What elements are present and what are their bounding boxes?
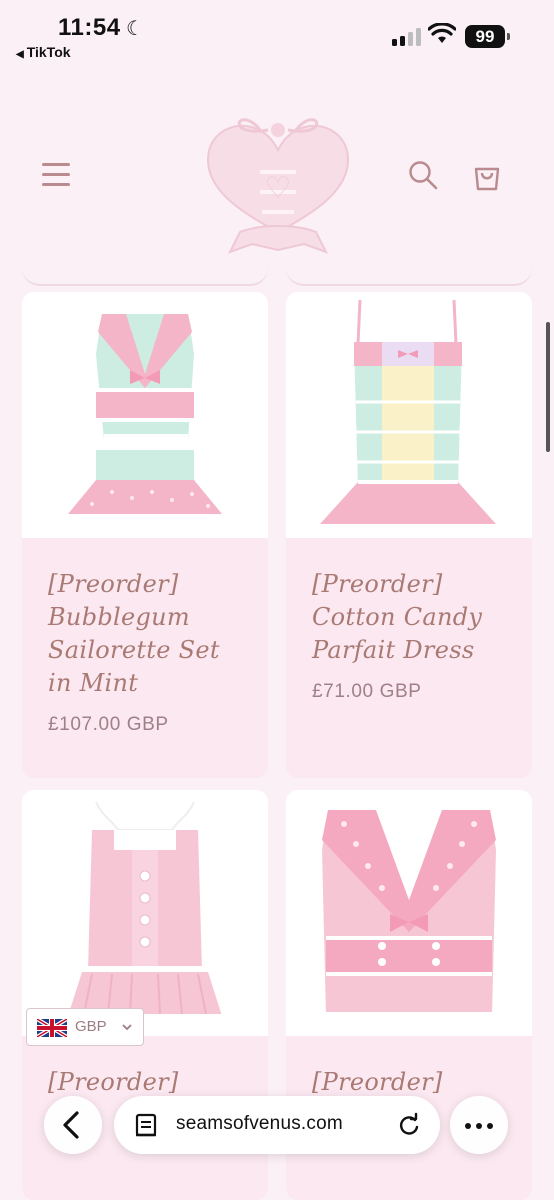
scroll-indicator[interactable] — [546, 322, 550, 452]
product-image — [286, 292, 532, 538]
cellular-signal-icon — [392, 28, 422, 46]
search-icon[interactable] — [408, 160, 438, 190]
back-app-label: TikTok — [26, 44, 71, 60]
previous-card-edge — [22, 260, 268, 286]
heart-logo[interactable]: ♡ — [200, 112, 356, 272]
dot-icon — [465, 1123, 471, 1129]
uk-flag-icon — [37, 1019, 67, 1037]
product-title[interactable]: [Preorder] Cotton Candy Parfait Dress — [312, 568, 506, 667]
chevron-left-icon — [63, 1111, 79, 1139]
browser-back-button[interactable] — [44, 1096, 102, 1154]
clock: 11:54 — [58, 14, 121, 41]
previous-card-edge — [286, 260, 532, 286]
product-image — [22, 790, 268, 1036]
browser-toolbar: seamsofvenus.com — [0, 1080, 554, 1200]
product-image — [286, 790, 532, 1036]
hamburger-icon[interactable] — [42, 163, 70, 187]
product-price: £107.00 GBP — [48, 714, 169, 735]
more-options-button[interactable] — [450, 1096, 508, 1154]
product-title[interactable]: [Preorder] Bubblegum Sailorette Set in M… — [48, 568, 242, 700]
product-card[interactable]: [Preorder] Bubblegum Sailorette Set in M… — [22, 292, 268, 778]
product-price: £71.00 GBP — [312, 681, 422, 702]
product-info: [Preorder] Bubblegum Sailorette Set in M… — [22, 538, 268, 736]
currency-selector[interactable]: GBP — [26, 1008, 144, 1046]
svg-text:♡: ♡ — [265, 171, 292, 206]
store-header: ♡ — [0, 100, 554, 270]
wifi-icon — [428, 23, 456, 43]
cart-icon[interactable] — [472, 160, 502, 192]
chevron-down-icon — [122, 1024, 132, 1031]
dot-icon — [487, 1123, 493, 1129]
url-text: seamsofvenus.com — [176, 1113, 343, 1134]
product-info: [Preorder] Cotton Candy Parfait Dress £7… — [286, 538, 532, 703]
product-image — [22, 292, 268, 538]
currency-code: GBP — [75, 1018, 107, 1035]
status-bar: 11:54 ☾ ◀ TikTok 99 — [0, 0, 554, 70]
back-triangle-icon: ◀ — [16, 49, 24, 60]
reader-mode-icon — [135, 1113, 157, 1137]
back-to-app-link[interactable]: ◀ TikTok — [16, 44, 71, 60]
reload-icon[interactable] — [396, 1112, 422, 1138]
moon-icon: ☾ — [126, 16, 144, 40]
address-bar[interactable]: seamsofvenus.com — [114, 1096, 440, 1154]
dot-icon — [476, 1123, 482, 1129]
product-card[interactable]: [Preorder] Cotton Candy Parfait Dress £7… — [286, 292, 532, 778]
battery-indicator: 99 — [465, 25, 510, 48]
